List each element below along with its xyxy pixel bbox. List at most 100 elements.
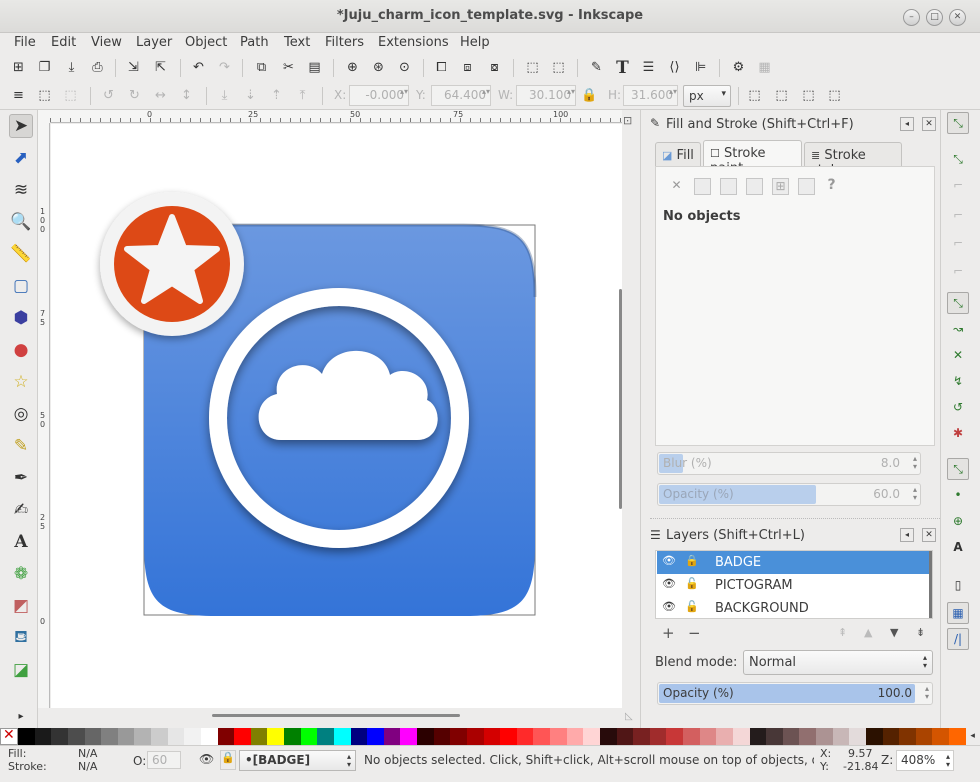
print-icon[interactable]: ⎙ (88, 58, 107, 77)
palette-swatch[interactable] (34, 728, 52, 745)
opacity-slider-disabled[interactable]: Opacity (%) 60.0 ▴ ▾ (657, 483, 921, 506)
palette-swatch[interactable] (67, 728, 85, 745)
snap-nodes-icon[interactable]: ⤡ (947, 292, 969, 314)
x-input[interactable]: -0.000 (349, 85, 409, 106)
snap-paths-icon[interactable]: ↝ (947, 318, 969, 340)
palette-swatch[interactable] (200, 728, 218, 745)
vertical-ruler[interactable]: 1 0 0 7 5 5 0 2 5 0 (38, 123, 50, 708)
group-icon[interactable]: ⬚ (523, 58, 542, 77)
zoom-tool-icon[interactable]: 🔍 (9, 210, 33, 234)
3dbox-tool-icon[interactable]: ⬢ (9, 306, 33, 330)
y-input[interactable]: 64.400 (431, 85, 491, 106)
palette-swatch[interactable] (699, 728, 717, 745)
open-icon[interactable]: ❐ (35, 58, 54, 77)
palette-swatch[interactable] (516, 728, 534, 745)
eraser-tool-icon[interactable]: ◩ (9, 594, 33, 618)
remove-layer-icon[interactable]: − (688, 624, 701, 642)
lower-icon[interactable]: ⇣ (241, 86, 260, 105)
snap-bbox-edge-icon[interactable]: ⌐ (947, 174, 969, 196)
pen-tool-icon[interactable]: ✒ (9, 466, 33, 490)
palette-swatch[interactable] (899, 728, 916, 745)
snap-cusp-icon[interactable]: ↯ (947, 370, 969, 392)
palette-swatch[interactable] (749, 728, 767, 745)
palette-swatch[interactable] (383, 728, 401, 745)
gradient-tool-icon[interactable]: ◪ (9, 658, 33, 682)
unlock-icon[interactable]: 🔓 (685, 577, 699, 590)
panel-collapse-icon[interactable]: ◂ (900, 117, 914, 131)
flip-horizontal-icon[interactable]: ↔ (151, 86, 170, 105)
layer-down-icon[interactable]: ▼ (890, 626, 898, 639)
snap-enable-icon[interactable]: ⤡ (947, 112, 969, 134)
star-tool-icon[interactable]: ☆ (9, 370, 33, 394)
snap-smooth-icon[interactable]: ↺ (947, 396, 969, 418)
palette-swatch[interactable] (832, 728, 850, 745)
spray-tool-icon[interactable]: ❁ (9, 562, 33, 586)
no-color-swatch[interactable]: ✕ (0, 727, 18, 745)
document-properties-icon[interactable]: ▦ (755, 58, 774, 77)
palette-swatch[interactable] (500, 728, 517, 745)
tab-stroke-style[interactable]: ≣ Stroke style (804, 142, 902, 178)
tweak-tool-icon[interactable]: ≋ (9, 178, 33, 202)
panel-splitter[interactable] (650, 518, 940, 524)
eye-icon[interactable]: 👁 (662, 577, 676, 590)
selector-tool-icon[interactable]: ➤ (9, 114, 33, 138)
palette-swatch[interactable] (234, 728, 251, 745)
horizontal-scroll-thumb[interactable] (212, 714, 460, 717)
layer-row-badge[interactable]: 👁 🔒 BADGE (657, 551, 931, 574)
layer-top-icon[interactable]: ⇞ (838, 626, 847, 639)
palette-swatch[interactable] (949, 728, 966, 745)
palette-swatch[interactable] (367, 728, 384, 745)
snap-text-baseline-icon[interactable]: A (947, 536, 969, 558)
node-tool-icon[interactable]: ⬈ (9, 146, 33, 170)
zoom-page-icon[interactable]: ⊙ (395, 58, 414, 77)
palette-swatch[interactable] (732, 728, 750, 745)
palette-swatch[interactable] (450, 728, 467, 745)
rotate-ccw-icon[interactable]: ↺ (99, 86, 118, 105)
transform-gradients-icon[interactable]: ⬚ (799, 86, 818, 105)
palette-swatch[interactable] (417, 728, 434, 745)
blend-mode-select[interactable]: Normal ▴ ▾ (743, 650, 933, 675)
fill-stroke-icon[interactable]: ✎ (587, 58, 606, 77)
add-layer-icon[interactable]: + (662, 624, 675, 642)
ungroup-icon[interactable]: ⬚ (549, 58, 568, 77)
undo-icon[interactable]: ↶ (189, 58, 208, 77)
palette-swatch[interactable] (433, 728, 451, 745)
menu-layer[interactable]: Layer (136, 35, 172, 50)
palette-swatch[interactable] (799, 728, 816, 745)
menu-extensions[interactable]: Extensions (378, 35, 449, 50)
palette-swatch[interactable] (849, 728, 866, 745)
calligraphy-tool-icon[interactable]: ✍ (9, 498, 33, 522)
measure-tool-icon[interactable]: 📏 (9, 242, 33, 266)
palette-swatch[interactable] (284, 728, 301, 745)
xml-editor-icon[interactable]: ⟨⟩ (665, 58, 684, 77)
swatch-icon[interactable] (798, 178, 815, 195)
save-icon[interactable]: ⤓ (62, 58, 81, 77)
palette-swatch[interactable] (51, 728, 68, 745)
menu-filters[interactable]: Filters (325, 35, 364, 50)
lower-bottom-icon[interactable]: ⤓ (215, 86, 234, 105)
raise-top-icon[interactable]: ⤒ (293, 86, 312, 105)
maximize-button[interactable]: □ (926, 9, 943, 26)
menu-text[interactable]: Text (284, 35, 310, 50)
transform-patterns-icon[interactable]: ⬚ (825, 86, 844, 105)
tab-fill[interactable]: ◪ Fill (655, 142, 701, 168)
layer-bottom-icon[interactable]: ⇟ (916, 626, 925, 639)
palette-swatch[interactable] (483, 728, 501, 745)
new-document-icon[interactable]: ⊞ (9, 58, 28, 77)
pattern-icon[interactable]: ⊞ (772, 178, 789, 195)
lock-guides-icon[interactable]: ⊡ (623, 114, 632, 127)
layers-scrollbar[interactable] (929, 551, 932, 618)
current-layer-select[interactable]: •[BADGE] ▴ ▾ (239, 750, 356, 771)
palette-swatch[interactable] (583, 728, 600, 745)
horizontal-ruler[interactable]: 0 25 50 75 100 (50, 110, 622, 123)
copy-icon[interactable]: ⧉ (252, 58, 271, 77)
layer-up-icon[interactable]: ▲ (864, 626, 872, 639)
layer-row-pictogram[interactable]: 👁 🔓 PICTOGRAM (657, 574, 931, 597)
layer-lock-icon[interactable]: 🔒 (220, 750, 236, 770)
ellipse-tool-icon[interactable]: ● (9, 338, 33, 362)
close-button[interactable]: ✕ (949, 9, 966, 26)
rectangle-tool-icon[interactable]: ▢ (9, 274, 33, 298)
snap-midpoint-icon[interactable]: ✱ (947, 422, 969, 444)
palette-swatch[interactable] (333, 728, 351, 745)
import-icon[interactable]: ⇲ (124, 58, 143, 77)
